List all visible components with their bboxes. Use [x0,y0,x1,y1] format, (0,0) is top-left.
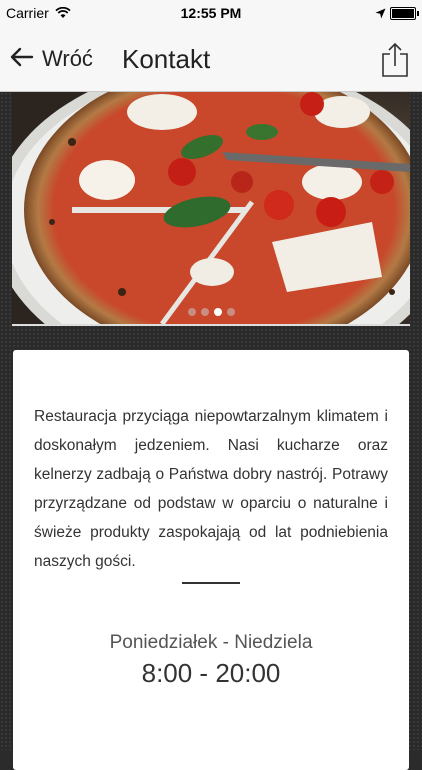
section-divider [182,582,240,584]
pagination-dot[interactable] [187,308,196,316]
opening-hours: 8:00 - 20:00 [141,658,281,688]
battery-icon [390,7,419,20]
back-label: Wróć [42,46,93,71]
image-slider[interactable] [12,92,410,326]
about-card: Restauracja przyciąga niepowtarzalnym kl… [13,350,409,770]
pizza-image [12,92,410,324]
pagination-dot-active[interactable] [213,308,222,316]
restaurant-description: Restauracja przyciąga niepowtarzalnym kl… [34,408,388,570]
page-title: Kontakt [122,44,211,74]
clock: 12:55 PM [180,5,242,21]
opening-days: Poniedziałek - Niedziela [109,632,313,653]
navigation-bar: Wróć Kontakt [0,26,422,92]
pagination-dot[interactable] [200,308,209,316]
status-bar: Carrier 12:55 PM [0,0,422,26]
arrow-left-icon [10,47,34,72]
pagination-dot[interactable] [226,308,235,316]
slider-pagination [12,308,410,316]
back-button[interactable]: Wróć [10,46,93,72]
share-icon [382,42,408,77]
share-button[interactable] [380,42,410,83]
location-arrow-icon [375,6,386,22]
